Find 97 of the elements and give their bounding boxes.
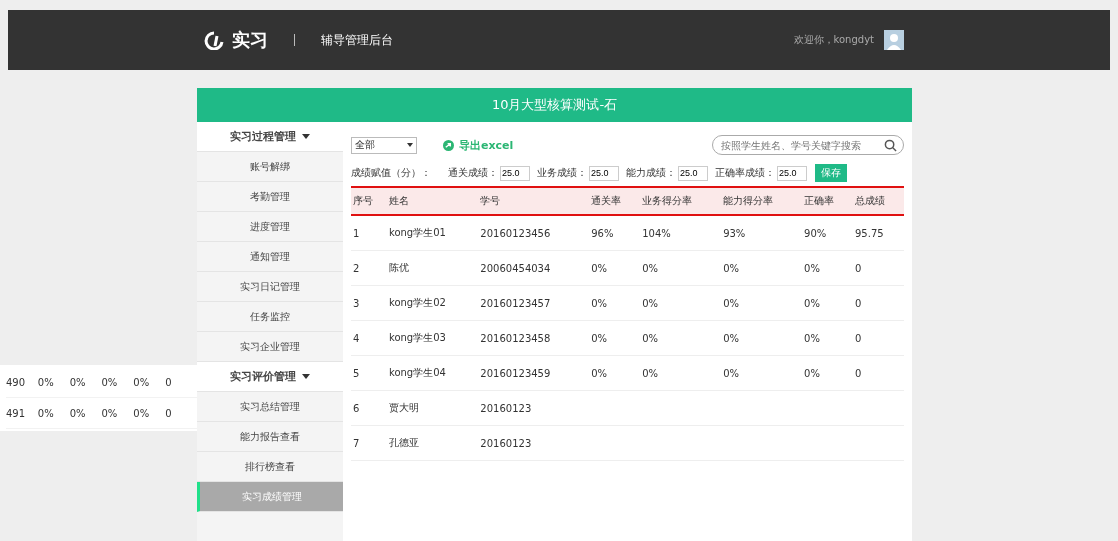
table-cell: 0% [642,367,659,379]
sidebar-item[interactable]: 实习日记管理 [197,272,343,302]
table-cell: 2 [353,262,360,274]
caret-icon [302,134,310,139]
table-cell-text: 0% [37,376,55,388]
table-cell: 0% [591,367,608,379]
logo-text: 实习 [232,28,268,52]
table-cell: 陈优 [388,262,409,273]
table-cell: 20160123 [480,437,532,449]
weight-input[interactable]: 25.0 [500,165,530,181]
table-cell-text: 0% [69,407,87,419]
table-cell: 0% [591,332,608,344]
sidebar-item[interactable]: 能力报告查看 [197,422,343,452]
table-cell: 93% [723,227,746,239]
avatar-icon[interactable] [884,30,904,50]
table-cell: 贾大明 [388,402,419,413]
table-cell-text: 0% [133,376,151,388]
table-cell: 0% [591,297,608,309]
table-cell-text: 491 [6,407,27,419]
column-header: 总成绩 [853,187,904,215]
table-cell: 0% [804,332,820,344]
table-cell: 0% [723,367,739,379]
weight-label: 业务成绩： [537,166,587,180]
table-cell: 0% [723,332,739,344]
filter-select[interactable]: 全部 [351,136,417,154]
table-cell: kong学生02 [388,297,446,308]
table-cell: 20160123456 [480,227,551,239]
table-cell: 0% [642,332,659,344]
table-cell: 0 [855,262,862,274]
table-cell-text: 0% [69,376,87,388]
export-icon [443,139,454,151]
table-cell: kong学生03 [388,332,446,343]
table-cell: 0 [855,367,862,379]
table-cell: kong学生04 [388,367,446,378]
table-cell: 5 [353,367,360,379]
app-subtitle: 辅导管理后台 [321,31,393,49]
column-header: 能力得分率 [721,187,803,215]
weight-label: 能力成绩： [626,166,676,180]
table-cell: 0% [804,262,820,274]
sidebar-item[interactable]: 实习评价管理 [197,362,343,392]
weights-label: 成绩赋值（分）： [351,166,431,180]
caret-icon [407,143,413,147]
table-cell: 6 [353,402,360,414]
table-cell: 0 [855,332,862,344]
table-cell: 0% [591,262,608,274]
column-header: 学号 [478,187,590,215]
table-cell: 1 [353,227,360,239]
caret-icon [302,374,310,379]
page-title-bar: 10月大型核算测试-石 [197,88,912,122]
table-cell: 3 [353,297,360,309]
sidebar-item[interactable]: 任务监控 [197,302,343,332]
table-cell: 0% [804,297,820,309]
weight-label: 正确率成绩： [715,166,775,180]
search-field[interactable]: 按照学生姓名、学号关键字搜索 [712,135,904,155]
sidebar-item[interactable]: 实习过程管理 [197,122,343,152]
table-cell: 孔德亚 [388,437,419,448]
table-cell-text: 0% [37,407,55,419]
column-header: 姓名 [386,187,479,215]
weight-input[interactable]: 25.0 [678,165,708,181]
table-cell-text: 0 [165,376,173,388]
sidebar-item[interactable]: 考勤管理 [197,182,343,212]
table-cell: 20160123457 [480,297,551,309]
table-cell: 0% [723,297,739,309]
weight-input[interactable]: 25.0 [589,165,619,181]
table-cell-text: 490 [6,376,27,388]
table-cell: 20060454034 [480,262,551,274]
table-cell: 7 [353,437,360,449]
table-cell-text: 0 [165,407,173,419]
table-cell: 4 [353,332,360,344]
sidebar-item[interactable]: 进度管理 [197,212,343,242]
welcome-text: 欢迎你，kongdyt [793,33,874,47]
table-cell: 0% [804,367,820,379]
table-cell: 20160123 [480,402,532,414]
table-cell: 0% [642,262,659,274]
table-cell: 95.75 [855,227,884,239]
table-cell-text: 0% [133,407,151,419]
table-cell: 90% [804,227,827,239]
table-cell: 0% [642,297,659,309]
sidebar-item[interactable]: 实习总结管理 [197,392,343,422]
column-header: 正确率 [802,187,853,215]
table-cell: 0 [855,297,862,309]
table-cell: kong学生01 [388,227,446,238]
table-cell-text: 0% [101,407,119,419]
sidebar-item[interactable]: 通知管理 [197,242,343,272]
column-header: 序号 [351,187,387,215]
column-header: 通关率 [589,187,641,215]
table-cell: 20160123458 [480,332,551,344]
table-cell: 104% [642,227,671,239]
sidebar-item[interactable]: 账号解绑 [197,152,343,182]
column-header: 业务得分率 [640,187,722,215]
table-cell-text: 0% [101,376,119,388]
table-cell: 20160123459 [480,367,551,379]
search-icon [884,139,897,152]
table-cell: 0% [723,262,739,274]
weight-label: 通关成绩： [448,166,498,180]
table-cell: 96% [591,227,614,239]
weight-input[interactable]: 25.0 [777,165,807,181]
